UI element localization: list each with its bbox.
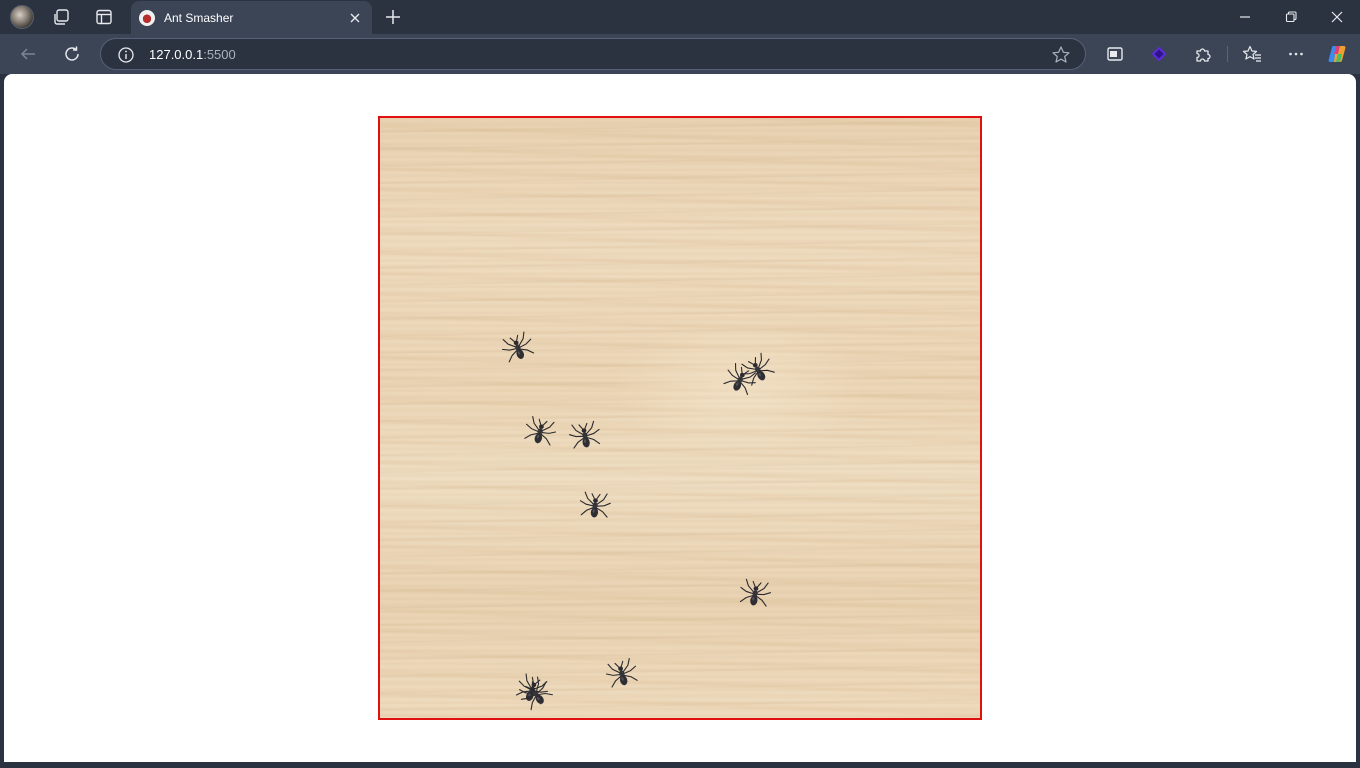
puzzle-icon xyxy=(1196,48,1211,62)
refresh-icon xyxy=(65,46,79,61)
restore-button[interactable] xyxy=(1268,0,1314,34)
toolbar-separator xyxy=(1227,46,1228,62)
ant[interactable] xyxy=(565,416,604,455)
ant[interactable] xyxy=(496,326,540,370)
ant[interactable] xyxy=(735,574,774,613)
tab-close-icon[interactable] xyxy=(346,9,364,27)
page-viewport xyxy=(4,74,1356,762)
ant[interactable] xyxy=(519,411,561,453)
split-screen-button[interactable] xyxy=(1101,40,1129,68)
new-tab-button[interactable] xyxy=(381,5,405,29)
minimize-icon xyxy=(1240,16,1250,18)
profile-avatar[interactable] xyxy=(10,5,34,29)
restore-icon xyxy=(1285,11,1297,23)
copilot-button[interactable] xyxy=(1324,40,1352,68)
close-window-button[interactable] xyxy=(1314,0,1360,34)
split-screen-icon xyxy=(1107,47,1123,61)
minimize-button[interactable] xyxy=(1222,0,1268,34)
info-icon[interactable] xyxy=(117,46,135,64)
browser-titlebar: Ant Smasher xyxy=(0,0,1360,34)
back-button[interactable] xyxy=(14,40,42,68)
star-icon[interactable] xyxy=(1051,45,1071,65)
ant-smasher-favicon xyxy=(139,10,155,26)
favorites-icon xyxy=(1242,45,1261,62)
refresh-button[interactable] xyxy=(58,40,86,68)
purple-diamond-extension-icon xyxy=(1151,46,1167,62)
close-icon xyxy=(1331,11,1343,23)
copilot-icon xyxy=(1328,46,1346,63)
address-bar[interactable]: 127.0.0.1:5500 xyxy=(100,38,1086,70)
browser-toolbar: 127.0.0.1:5500 xyxy=(0,34,1360,74)
window-bottom-edge xyxy=(0,762,1360,768)
ant[interactable] xyxy=(577,488,614,525)
more-icon xyxy=(1289,52,1303,56)
ant[interactable] xyxy=(601,653,643,695)
extension-button[interactable] xyxy=(1145,40,1173,68)
url-port: :5500 xyxy=(203,47,236,62)
favorites-button[interactable] xyxy=(1238,40,1266,68)
tab-title: Ant Smasher xyxy=(164,11,234,25)
more-button[interactable] xyxy=(1282,40,1310,68)
game-board[interactable] xyxy=(378,116,982,720)
url-text: 127.0.0.1:5500 xyxy=(149,46,236,64)
tab-ant-smasher[interactable]: Ant Smasher xyxy=(131,1,372,34)
extensions-button[interactable] xyxy=(1189,40,1217,68)
url-host: 127.0.0.1 xyxy=(149,47,204,62)
plus-icon xyxy=(386,10,400,24)
tab-actions-icon[interactable] xyxy=(92,5,116,29)
workspaces-icon[interactable] xyxy=(50,5,74,29)
back-arrow-icon xyxy=(20,48,35,60)
